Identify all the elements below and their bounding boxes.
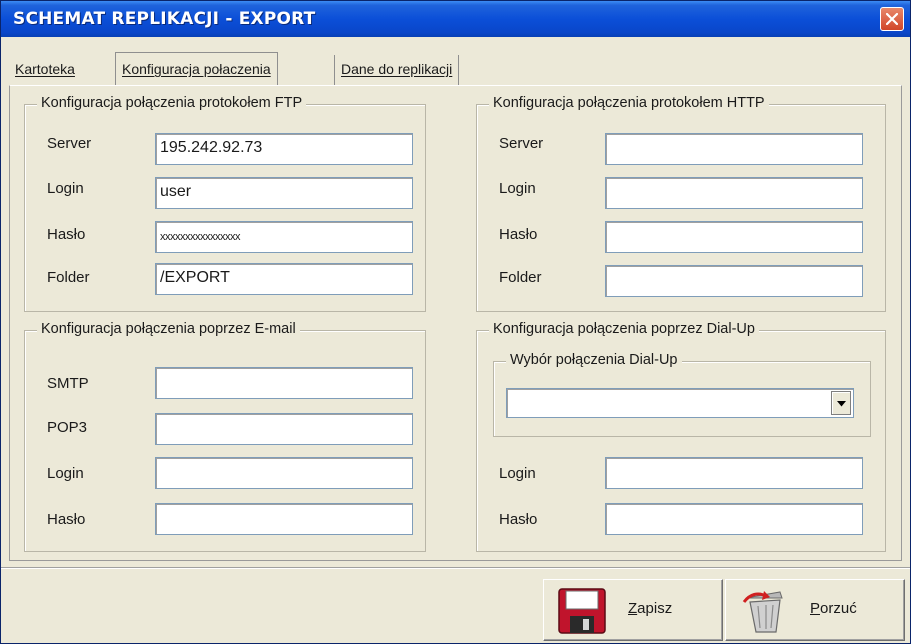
group-email: Konfiguracja połączenia poprzez E-mail S… [24, 321, 426, 552]
email-login-label: Login [47, 465, 84, 482]
ftp-password-label: Hasło [47, 226, 86, 243]
ftp-login-label: Login [47, 180, 84, 197]
dialog-window: SCHEMAT REPLIKACJI - EXPORT Kartoteka Ko… [0, 0, 911, 644]
group-dialup-choice: Wybór połączenia Dial-Up [493, 352, 871, 437]
http-server-label: Server [499, 135, 544, 152]
email-login-input[interactable] [155, 457, 413, 489]
dialup-connection-select[interactable] [506, 388, 854, 418]
dialup-login-input[interactable] [605, 457, 863, 489]
http-folder-label: Folder [499, 269, 542, 286]
dialup-password-label: Hasło [499, 511, 538, 528]
tab-dane-do-replikacji[interactable]: Dane do replikacji [334, 55, 460, 85]
tab-kartoteka[interactable]: Kartoteka [9, 55, 81, 85]
group-email-title: Konfiguracja połączenia poprzez E-mail [37, 321, 300, 337]
email-pop3-label: POP3 [47, 419, 88, 436]
group-dialup-title: Konfiguracja połączenia poprzez Dial-Up [489, 321, 759, 337]
http-login-label: Login [499, 180, 536, 197]
group-http: Konfiguracja połączenia protokołem HTTP … [476, 95, 886, 312]
ftp-folder-input[interactable]: /EXPORT [155, 263, 413, 295]
ftp-server-input[interactable]: 195.242.92.73 [155, 133, 413, 165]
http-server-input[interactable] [605, 133, 863, 165]
floppy-disk-icon [558, 588, 606, 634]
email-pop3-input[interactable] [155, 413, 413, 445]
save-button-label: Zapisz [628, 600, 673, 617]
title-bar[interactable]: SCHEMAT REPLIKACJI - EXPORT [1, 1, 910, 37]
http-password-input[interactable] [605, 221, 863, 253]
dialup-password-input[interactable] [605, 503, 863, 535]
http-folder-input[interactable] [605, 265, 863, 297]
dialup-login-label: Login [499, 465, 536, 482]
group-dialup: Konfiguracja połączenia poprzez Dial-Up … [476, 321, 886, 552]
ftp-password-input[interactable]: xxxxxxxxxxxxxxxx [155, 221, 413, 253]
email-password-label: Hasło [47, 511, 86, 528]
trash-bin-icon [742, 591, 783, 633]
close-button[interactable] [880, 7, 904, 31]
close-icon [886, 13, 898, 25]
ftp-login-input[interactable]: user [155, 177, 413, 209]
ftp-server-label: Server [47, 135, 92, 152]
dialup-connection-dropdown-button[interactable] [831, 391, 851, 415]
group-ftp-title: Konfiguracja połączenia protokołem FTP [37, 95, 307, 111]
save-button[interactable]: Zapisz [543, 579, 723, 641]
http-login-input[interactable] [605, 177, 863, 209]
ftp-folder-label: Folder [47, 269, 90, 286]
group-dialup-choice-title: Wybór połączenia Dial-Up [506, 352, 682, 368]
chevron-down-icon [837, 401, 846, 407]
tab-konfiguracja-polaczenia[interactable]: Konfiguracja połaczenia [115, 52, 278, 86]
group-ftp: Konfiguracja połączenia protokołem FTP S… [24, 95, 426, 312]
discard-button[interactable]: Porzuć [725, 579, 905, 641]
email-smtp-input[interactable] [155, 367, 413, 399]
email-smtp-label: SMTP [47, 375, 89, 392]
tab-panel-konfiguracja: Konfiguracja połączenia protokołem FTP S… [9, 85, 902, 561]
http-password-label: Hasło [499, 226, 538, 243]
group-http-title: Konfiguracja połączenia protokołem HTTP [489, 95, 769, 111]
window-title: SCHEMAT REPLIKACJI - EXPORT [13, 9, 316, 29]
discard-button-label: Porzuć [810, 600, 857, 617]
email-password-input[interactable] [155, 503, 413, 535]
